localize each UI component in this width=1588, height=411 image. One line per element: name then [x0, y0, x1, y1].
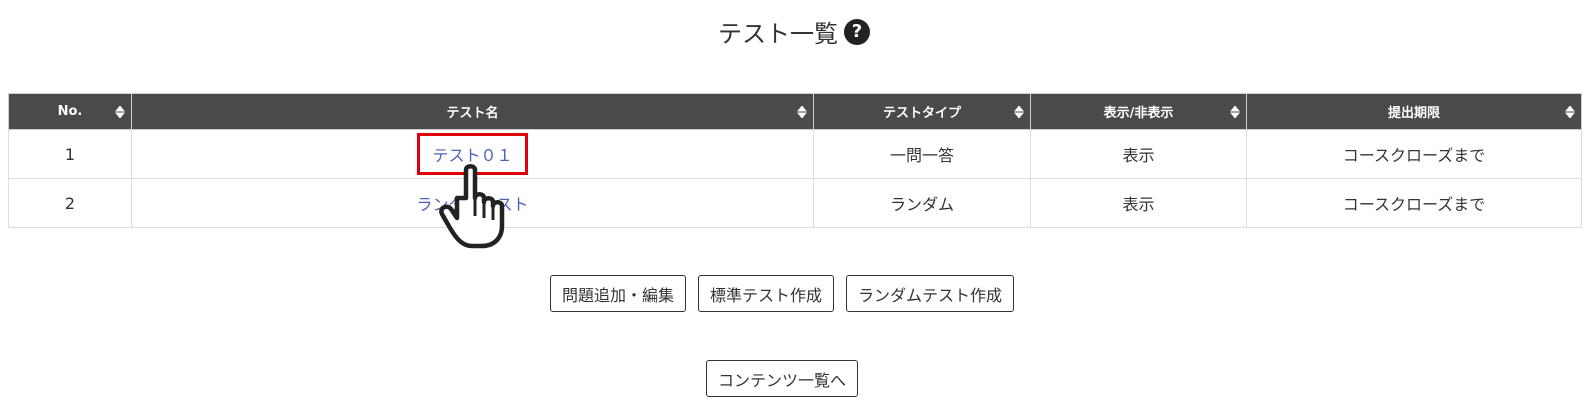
help-icon[interactable]: ? — [844, 18, 870, 45]
edit-questions-button[interactable]: 問題追加・編集 — [550, 275, 686, 312]
cell-test-name: テスト０１ — [131, 129, 814, 179]
column-header-label: No. — [57, 104, 83, 119]
create-standard-test-button[interactable]: 標準テスト作成 — [698, 275, 834, 312]
sort-icon[interactable] — [797, 105, 807, 118]
column-header-no[interactable]: No. — [8, 93, 132, 130]
column-header-test-name[interactable]: テスト名 — [131, 93, 814, 130]
cell-visibility: 表示 — [1030, 129, 1247, 179]
table-row: 1 テスト０１ 一問一答 表示 コースクローズまで — [8, 129, 1582, 179]
column-header-label: テストタイプ — [882, 106, 961, 121]
cell-test-type: 一問一答 — [813, 129, 1031, 179]
table-row: 2 ランダムテスト ランダム 表示 コースクローズまで — [8, 178, 1582, 228]
cell-test-name: ランダムテスト — [131, 178, 814, 228]
column-header-visibility[interactable]: 表示/非表示 — [1030, 93, 1247, 130]
column-header-label: 提出期限 — [1387, 106, 1440, 121]
highlight-box: テスト０１ — [417, 133, 528, 175]
sort-icon[interactable] — [1230, 105, 1240, 118]
cell-no: 2 — [8, 178, 132, 228]
test-table: No. テスト名 テストタイプ 表示/非表示 提出期限 1 テスト０１ 一問一答… — [8, 93, 1582, 228]
cell-deadline: コースクローズまで — [1246, 178, 1582, 228]
test-name-link[interactable]: ランダムテスト — [416, 195, 528, 214]
create-random-test-button[interactable]: ランダムテスト作成 — [846, 275, 1014, 312]
cell-no: 1 — [8, 129, 132, 179]
table-header-row: No. テスト名 テストタイプ 表示/非表示 提出期限 — [8, 93, 1582, 130]
column-header-label: 表示/非表示 — [1103, 106, 1174, 121]
cell-visibility: 表示 — [1030, 178, 1247, 228]
back-to-contents-button[interactable]: コンテンツ一覧へ — [706, 360, 858, 397]
sort-icon[interactable] — [1565, 105, 1575, 118]
cell-test-type: ランダム — [813, 178, 1031, 228]
sort-icon[interactable] — [115, 105, 125, 118]
column-header-deadline[interactable]: 提出期限 — [1246, 93, 1582, 130]
column-header-label: テスト名 — [446, 106, 499, 121]
page-title: テスト一覧 — [718, 20, 838, 48]
column-header-test-type[interactable]: テストタイプ — [813, 93, 1031, 130]
test-name-link[interactable]: テスト０１ — [432, 146, 512, 165]
cell-deadline: コースクローズまで — [1246, 129, 1582, 179]
title-row: テスト一覧 ? — [0, 14, 1588, 49]
sort-icon[interactable] — [1014, 105, 1024, 118]
